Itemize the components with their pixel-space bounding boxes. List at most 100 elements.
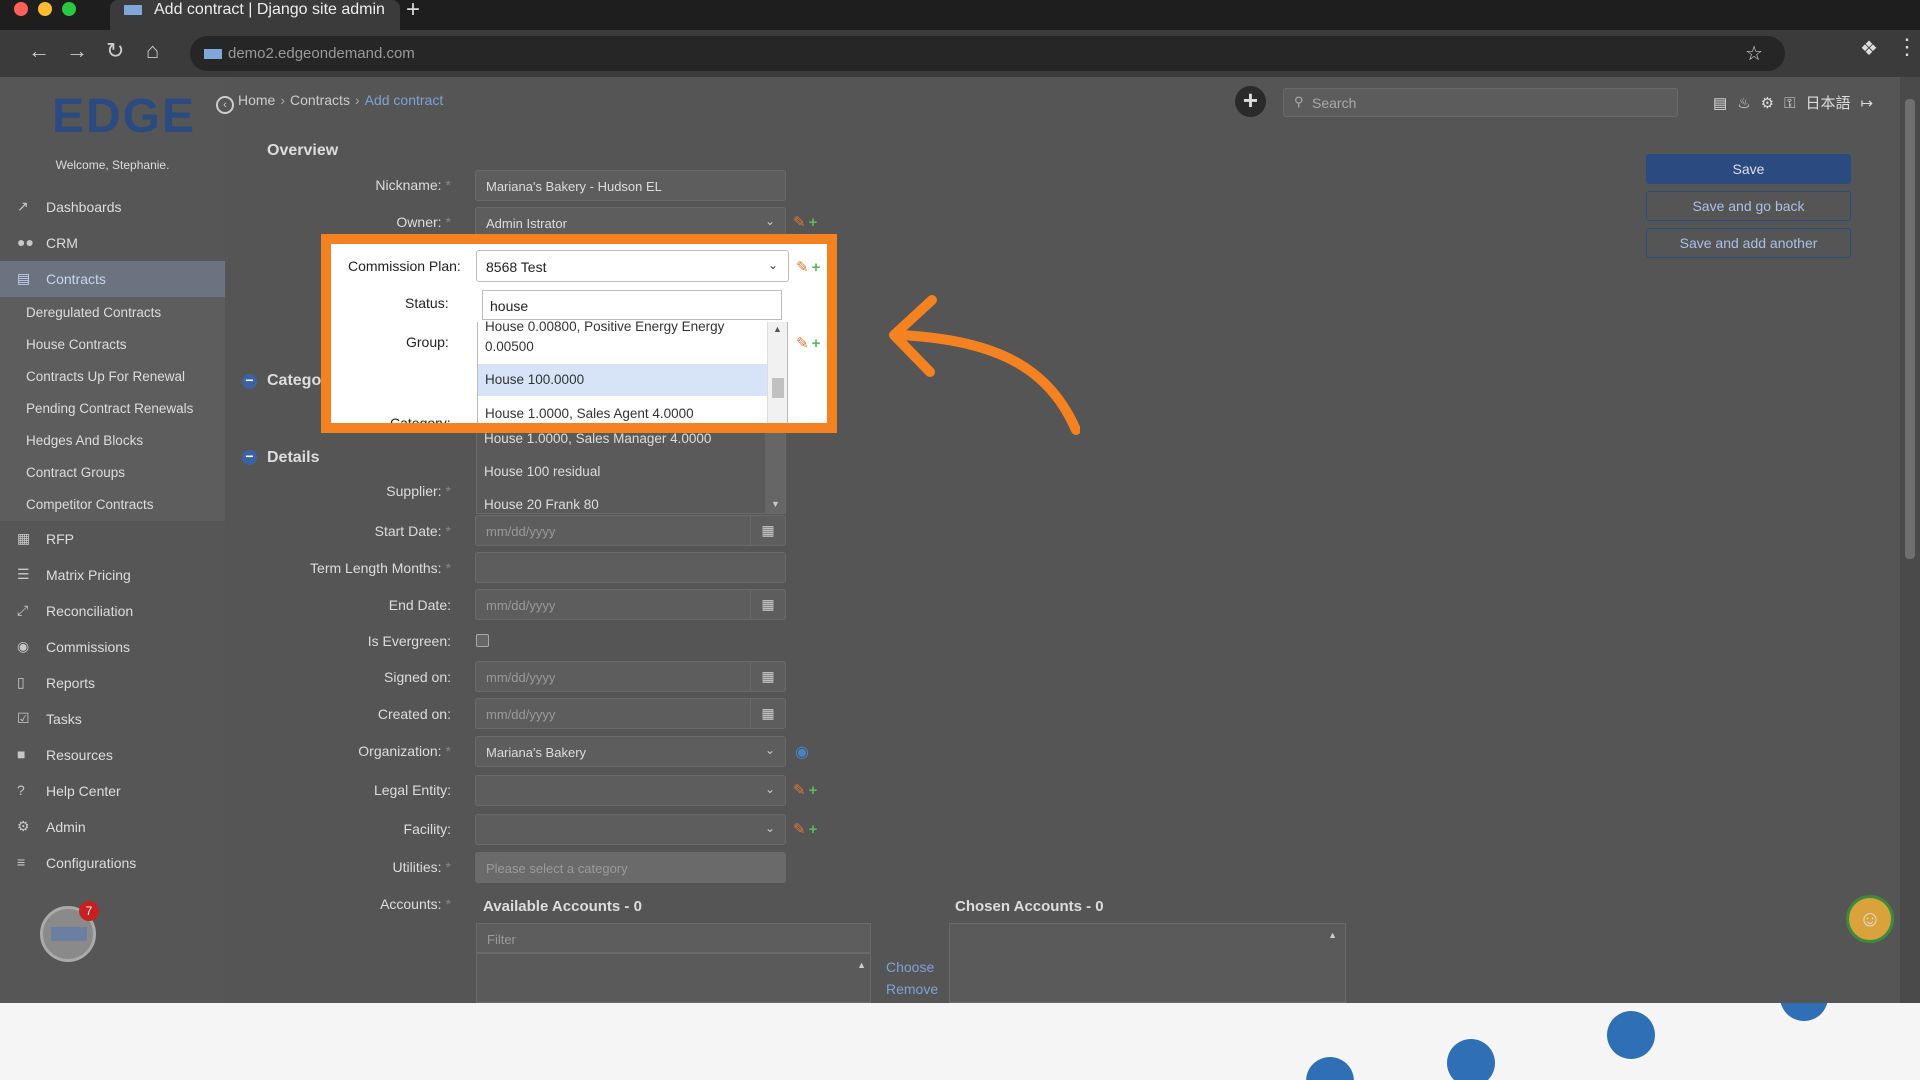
created-on-field[interactable]: mm/dd/yyyy ▦ (475, 698, 786, 729)
dropdown-search-input[interactable]: house (482, 290, 782, 320)
organization-select[interactable]: Mariana's Bakery ⌄ (475, 736, 786, 767)
scroll-up-icon[interactable]: ▲ (857, 960, 866, 970)
bookmark-star-icon[interactable]: ☆ (1745, 41, 1763, 66)
sidebar-item-reports[interactable]: ▯ Reports (0, 665, 225, 701)
sidebar-item-tasks[interactable]: ☑ Tasks (0, 701, 225, 737)
pencil-icon[interactable]: ✎ (793, 821, 806, 838)
sidebar-subitem-pending[interactable]: Pending Contract Renewals (0, 393, 225, 425)
save-button[interactable]: Save (1646, 154, 1851, 184)
sidebar-item-resources[interactable]: ■ Resources (0, 737, 225, 773)
utilities-field[interactable]: Please select a category (475, 852, 786, 883)
sidebar-subitem-renewal[interactable]: Contracts Up For Renewal (0, 361, 225, 393)
nickname-field[interactable]: Mariana's Bakery - Hudson EL (475, 170, 786, 201)
key-icon[interactable]: ⚿ (1784, 95, 1795, 112)
accounts-filter-input[interactable]: Filter (476, 923, 871, 953)
browser-tab[interactable]: Add contract | Django site admin (110, 0, 400, 30)
welcome-badge-widget[interactable]: 7 (40, 901, 99, 962)
add-icon[interactable]: + (809, 782, 818, 799)
sidebar-item-configurations[interactable]: ≡ Configurations (0, 845, 225, 881)
dropdown-option[interactable]: House 1.0000, Sales Agent 4.0000 (478, 398, 768, 423)
collapse-category-icon[interactable]: − (242, 373, 257, 389)
dropdown-scroll-thumb[interactable] (772, 378, 784, 398)
assistant-avatar-icon[interactable]: ☺ (1846, 895, 1894, 943)
sidebar-item-dashboards[interactable]: ↗ Dashboards (0, 189, 225, 225)
calendar-icon[interactable]: ▤ (1713, 95, 1727, 112)
eye-icon[interactable]: ◉ (795, 742, 809, 762)
sidebar-subitem-competitor[interactable]: Competitor Contracts (0, 489, 225, 521)
sidebar-subitem-groups[interactable]: Contract Groups (0, 457, 225, 489)
pencil-icon[interactable]: ✎ (793, 214, 806, 231)
language-link[interactable]: 日本語 (1806, 95, 1851, 112)
sidebar-item-contracts[interactable]: ▤ Contracts (0, 261, 225, 297)
edge-logo[interactable]: EDGE (52, 89, 196, 144)
pencil-icon[interactable]: ✎ (796, 335, 809, 352)
breadcrumb-home[interactable]: Home (238, 92, 275, 108)
maximize-window-icon[interactable] (62, 2, 76, 16)
scroll-up-icon[interactable]: ▲ (1328, 930, 1337, 940)
back-arrow-icon[interactable]: ← (28, 38, 50, 64)
sidebar-item-crm[interactable]: ●● CRM (0, 225, 225, 261)
pencil-icon[interactable]: ✎ (796, 259, 809, 276)
sidebar-subitem-hedges[interactable]: Hedges And Blocks (0, 425, 225, 457)
sidebar-subitem-house[interactable]: House Contracts (0, 329, 225, 361)
back-circle-icon[interactable]: ‹ (216, 96, 234, 114)
commission-plan-select[interactable]: 8568 Test ⌄ (476, 250, 789, 282)
dropdown-option[interactable]: House 0.00800, Positive Energy Energy (478, 319, 768, 339)
collapse-details-icon[interactable]: − (242, 449, 257, 465)
save-and-add-another-button[interactable]: Save and add another (1646, 228, 1851, 258)
term-length-field[interactable] (475, 552, 786, 583)
end-date-field[interactable]: mm/dd/yyyy ▦ (475, 589, 786, 620)
sidebar-subitem-deregulated[interactable]: Deregulated Contracts (0, 297, 225, 329)
minimize-window-icon[interactable] (38, 2, 52, 16)
dropdown-option[interactable]: House 1.0000, Sales Manager 4.0000 (484, 431, 711, 446)
dropdown-option[interactable]: House 100 residual (484, 464, 600, 479)
browser-menu-icon[interactable]: ⋮ (1896, 34, 1918, 60)
home-icon[interactable]: ⌂ (146, 38, 159, 64)
sidebar-item-admin[interactable]: ⚙ Admin (0, 809, 225, 845)
pencil-icon[interactable]: ✎ (793, 782, 806, 799)
calendar-icon[interactable]: ▦ (750, 516, 785, 545)
sidebar-item-rfp[interactable]: ▦ RFP (0, 521, 225, 557)
calendar-icon[interactable]: ▦ (750, 699, 785, 728)
logout-icon[interactable]: ↦ (1861, 95, 1874, 112)
legal-entity-select[interactable]: ⌄ (475, 775, 786, 806)
available-accounts-list[interactable]: ▲ (476, 953, 871, 1003)
sidebar-item-commissions[interactable]: ◉ Commissions (0, 629, 225, 665)
scroll-down-icon[interactable]: ▼ (771, 499, 780, 509)
search-box[interactable]: ⚲ (1283, 88, 1678, 117)
reload-icon[interactable]: ↻ (106, 38, 124, 64)
close-window-icon[interactable] (14, 2, 28, 16)
dropdown-scrollbar[interactable]: ▲ (767, 322, 787, 423)
evergreen-checkbox[interactable] (476, 634, 489, 647)
dropdown-option[interactable]: House 20 Frank 80 (484, 497, 599, 512)
remove-link[interactable]: Remove (886, 981, 938, 997)
scroll-up-icon[interactable]: ▲ (773, 324, 782, 334)
breadcrumb-current[interactable]: Add contract (365, 92, 444, 108)
quick-add-plus-icon[interactable]: + (1235, 86, 1266, 117)
page-scroll-thumb[interactable] (1905, 99, 1915, 559)
add-icon[interactable]: + (809, 214, 818, 231)
bell-icon[interactable]: ♨ (1737, 95, 1750, 112)
sidebar-item-reconciliation[interactable]: ⤢ Reconciliation (0, 593, 225, 629)
sidebar-item-matrix-pricing[interactable]: ☰ Matrix Pricing (0, 557, 225, 593)
search-input[interactable] (1312, 92, 1662, 114)
new-tab-icon[interactable]: + (406, 0, 420, 24)
save-and-go-back-button[interactable]: Save and go back (1646, 191, 1851, 221)
choose-link[interactable]: Choose (886, 959, 934, 975)
page-scrollbar[interactable] (1900, 77, 1920, 1003)
forward-arrow-icon[interactable]: → (66, 38, 88, 64)
add-icon[interactable]: + (812, 259, 821, 276)
address-bar[interactable]: demo2.edgeondemand.com ☆ (190, 36, 1785, 71)
calendar-icon[interactable]: ▦ (750, 662, 785, 691)
sidebar-item-help-center[interactable]: ? Help Center (0, 773, 225, 809)
chosen-accounts-list[interactable]: ▲ (949, 923, 1346, 1003)
gear-icon[interactable]: ⚙ (1761, 95, 1774, 112)
add-icon[interactable]: + (812, 335, 821, 352)
dropdown-option-selected[interactable]: House 100.0000 (478, 364, 768, 396)
breadcrumb-contracts[interactable]: Contracts (290, 92, 350, 108)
facility-select[interactable]: ⌄ (475, 814, 786, 845)
calendar-icon[interactable]: ▦ (750, 590, 785, 619)
add-icon[interactable]: + (809, 821, 818, 838)
signed-on-field[interactable]: mm/dd/yyyy ▦ (475, 661, 786, 692)
extensions-puzzle-icon[interactable]: ❖ (1860, 36, 1878, 61)
